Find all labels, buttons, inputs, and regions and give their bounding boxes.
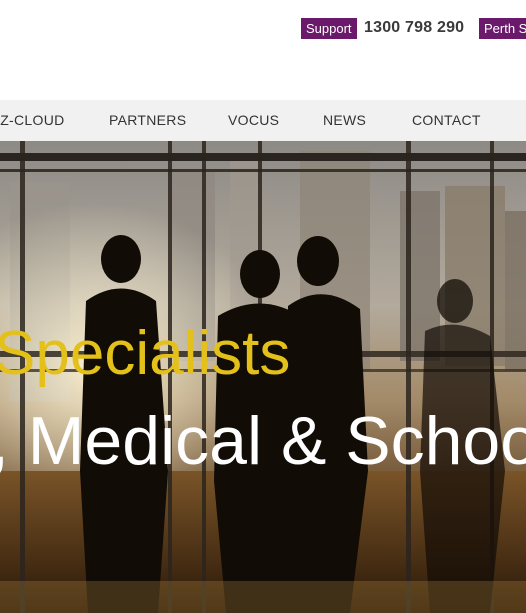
support-link[interactable]: Support [301, 18, 357, 39]
hero-heading-sectors: , Medical & Schoo [0, 403, 526, 479]
hero-banner: Specialists , Medical & Schoo [0, 141, 526, 613]
nav-item-vocus[interactable]: VOCUS [228, 100, 279, 141]
page: Support 1300 798 290 Perth Sa IZ-CLOUD P… [0, 0, 526, 613]
phone-number[interactable]: 1300 798 290 [364, 17, 464, 39]
main-navigation: IZ-CLOUD PARTNERS VOCUS NEWS CONTACT [0, 100, 526, 141]
nav-item-partners[interactable]: PARTNERS [109, 100, 186, 141]
nav-item-news[interactable]: NEWS [323, 100, 366, 141]
hero-heading-specialists: Specialists [0, 319, 291, 388]
nav-item-contact[interactable]: CONTACT [412, 100, 481, 141]
nav-item-iz-cloud[interactable]: IZ-CLOUD [0, 100, 65, 141]
location-link[interactable]: Perth Sa [479, 18, 526, 39]
top-utility-bar: Support 1300 798 290 Perth Sa [0, 0, 526, 100]
